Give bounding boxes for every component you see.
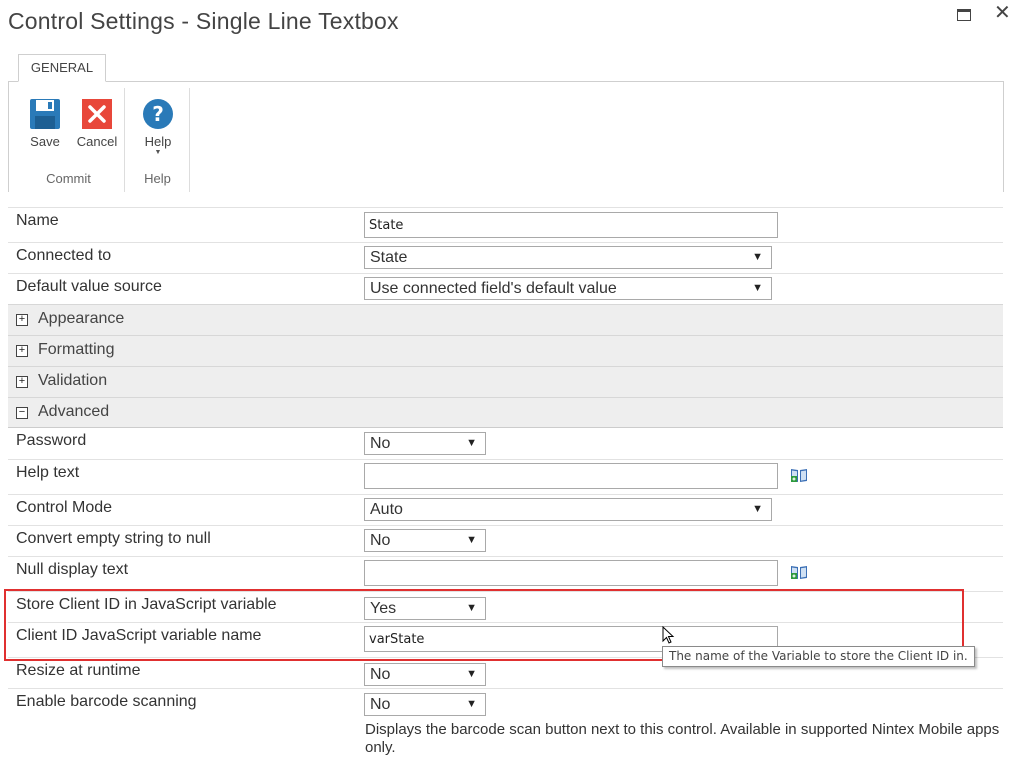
resize-at-runtime-label: Resize at runtime [16, 662, 141, 679]
row-connected-to: Connected to State ▼ [8, 242, 1003, 273]
close-button[interactable]: ✕ [994, 3, 1011, 23]
section-formatting-label: Formatting [38, 341, 115, 358]
ribbon-tabs: GENERAL [8, 50, 1004, 82]
row-control-mode: Control Mode Auto ▼ [8, 494, 1003, 525]
connected-to-value: State [370, 249, 408, 266]
default-value-source-select[interactable]: Use connected field's default value ▼ [364, 277, 772, 300]
maximize-button[interactable] [956, 8, 972, 24]
tooltip: The name of the Variable to store the Cl… [662, 646, 975, 667]
insert-reference-icon[interactable] [790, 564, 808, 580]
save-label: Save [30, 134, 60, 149]
resize-at-runtime-value: No [370, 666, 391, 683]
name-label: Name [16, 212, 59, 229]
password-label: Password [16, 432, 87, 449]
default-value-source-value: Use connected field's default value [370, 280, 617, 297]
expand-icon: + [16, 376, 28, 388]
store-client-id-label: Store Client ID in JavaScript variable [16, 596, 277, 613]
cancel-button[interactable]: Cancel [73, 98, 121, 149]
help-icon: ? [143, 99, 173, 129]
help-button[interactable]: ? Help ▼ [134, 98, 182, 157]
cancel-icon [82, 99, 112, 129]
mouse-cursor-icon [662, 626, 675, 644]
section-appearance-label: Appearance [38, 310, 125, 327]
enable-barcode-description: Displays the barcode scan button next to… [365, 721, 1000, 756]
row-default-value-source: Default value source Use connected field… [8, 273, 1003, 304]
section-advanced-label: Advanced [38, 403, 110, 420]
section-advanced[interactable]: − Advanced [8, 397, 1003, 428]
row-password: Password No ▼ [8, 428, 1003, 459]
save-button[interactable]: Save [21, 98, 69, 149]
settings-form: Name Connected to State ▼ Default value … [8, 207, 1003, 758]
connected-to-label: Connected to [16, 247, 112, 264]
store-client-id-value: Yes [370, 600, 397, 617]
control-mode-label: Control Mode [16, 499, 113, 516]
help-text-input[interactable] [364, 463, 778, 489]
svg-text:?: ? [152, 102, 164, 126]
chevron-down-icon: ▼ [466, 698, 477, 710]
row-help-text: Help text [8, 459, 1003, 494]
ribbon-group-help: ? Help ▼ Help [126, 88, 190, 192]
client-id-var-name-label: Client ID JavaScript variable name [16, 627, 262, 644]
row-convert-empty: Convert empty string to null No ▼ [8, 525, 1003, 556]
section-validation[interactable]: + Validation [8, 366, 1003, 397]
name-input[interactable] [364, 212, 778, 238]
enable-barcode-select[interactable]: No ▼ [364, 693, 486, 716]
cancel-label: Cancel [76, 134, 118, 149]
connected-to-select[interactable]: State ▼ [364, 246, 772, 269]
window-title: Control Settings - Single Line Textbox [8, 8, 399, 34]
chevron-down-icon: ▼ [752, 251, 763, 263]
maximize-icon [957, 9, 971, 21]
enable-barcode-label: Enable barcode scanning [16, 693, 197, 710]
row-store-client-id: Store Client ID in JavaScript variable Y… [8, 591, 1003, 622]
convert-empty-value: No [370, 532, 391, 549]
chevron-down-icon: ▼ [466, 437, 477, 449]
section-formatting[interactable]: + Formatting [8, 335, 1003, 366]
password-value: No [370, 435, 391, 452]
default-value-source-label: Default value source [16, 278, 162, 295]
save-icon [30, 99, 60, 129]
convert-empty-label: Convert empty string to null [16, 530, 211, 547]
collapse-icon: − [16, 407, 28, 419]
help-dropdown-icon: ▼ [154, 149, 162, 156]
enable-barcode-value: No [370, 696, 391, 713]
chevron-down-icon: ▼ [466, 534, 477, 546]
chevron-down-icon: ▼ [466, 668, 477, 680]
expand-icon: + [16, 314, 28, 326]
control-mode-value: Auto [370, 501, 403, 518]
group-label-help: Help [144, 171, 171, 186]
password-select[interactable]: No ▼ [364, 432, 486, 455]
convert-empty-select[interactable]: No ▼ [364, 529, 486, 552]
chevron-down-icon: ▼ [466, 602, 477, 614]
group-label-commit: Commit [46, 171, 91, 186]
help-label: Help [144, 134, 172, 149]
chevron-down-icon: ▼ [752, 503, 763, 515]
section-validation-label: Validation [38, 372, 108, 389]
resize-at-runtime-select[interactable]: No ▼ [364, 663, 486, 686]
row-name: Name [8, 207, 1003, 242]
store-client-id-select[interactable]: Yes ▼ [364, 597, 486, 620]
tab-general[interactable]: GENERAL [18, 54, 106, 82]
null-display-text-label: Null display text [16, 561, 129, 578]
ribbon-body: Save Cancel Commit ? Help ▼ Help [8, 81, 1004, 192]
control-mode-select[interactable]: Auto ▼ [364, 498, 772, 521]
chevron-down-icon: ▼ [752, 282, 763, 294]
row-null-display-text: Null display text [8, 556, 1003, 591]
null-display-text-input[interactable] [364, 560, 778, 586]
ribbon-group-commit: Save Cancel Commit [13, 88, 125, 192]
help-text-label: Help text [16, 464, 80, 481]
insert-reference-icon[interactable] [790, 467, 808, 483]
section-appearance[interactable]: + Appearance [8, 304, 1003, 335]
expand-icon: + [16, 345, 28, 357]
